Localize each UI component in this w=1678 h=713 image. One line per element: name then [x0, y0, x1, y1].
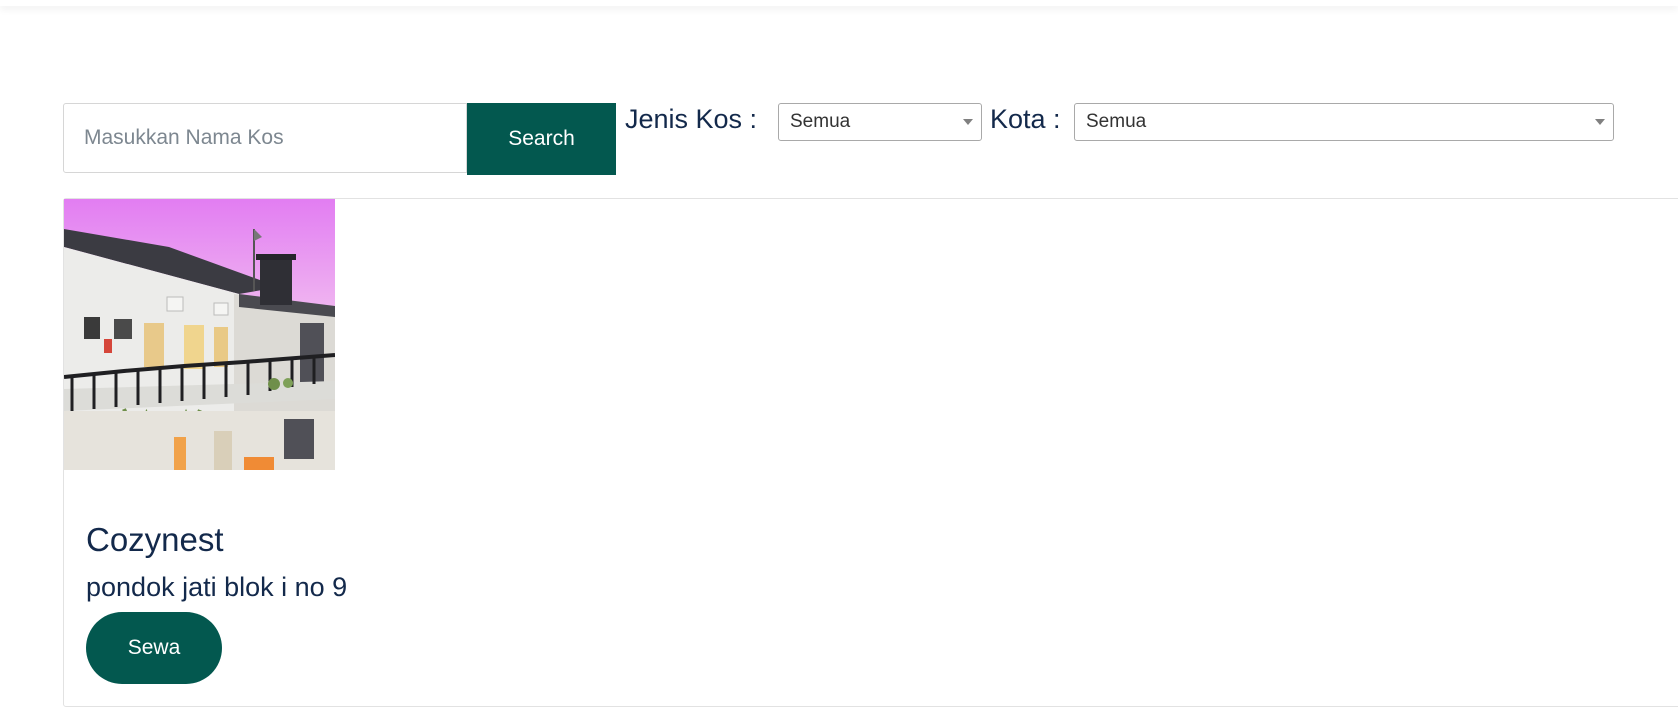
search-button[interactable]: Search	[467, 103, 616, 175]
caret-down-icon	[963, 119, 973, 125]
jenis-kos-label: Jenis Kos :	[625, 104, 758, 134]
jenis-kos-selected-value: Semua	[790, 111, 851, 132]
building-photo-icon	[64, 199, 335, 470]
kos-name: Cozynest	[86, 521, 224, 558]
kota-label: Kota :	[990, 104, 1061, 134]
search-input[interactable]	[63, 103, 467, 173]
kos-photo[interactable]	[64, 199, 335, 470]
kota-select[interactable]: Semua	[1074, 103, 1614, 141]
caret-down-icon	[1595, 119, 1605, 125]
top-navbar	[0, 0, 1678, 6]
search-filter-bar: Search Jenis Kos : Semua Kota : Semua	[63, 103, 1623, 175]
jenis-kos-select[interactable]: Semua	[778, 103, 982, 141]
kos-address: pondok jati blok i no 9	[86, 572, 348, 602]
kos-listing-card: Cozynest pondok jati blok i no 9 Sewa	[63, 198, 1678, 707]
sewa-button[interactable]: Sewa	[86, 612, 222, 684]
kota-selected-value: Semua	[1086, 111, 1147, 132]
